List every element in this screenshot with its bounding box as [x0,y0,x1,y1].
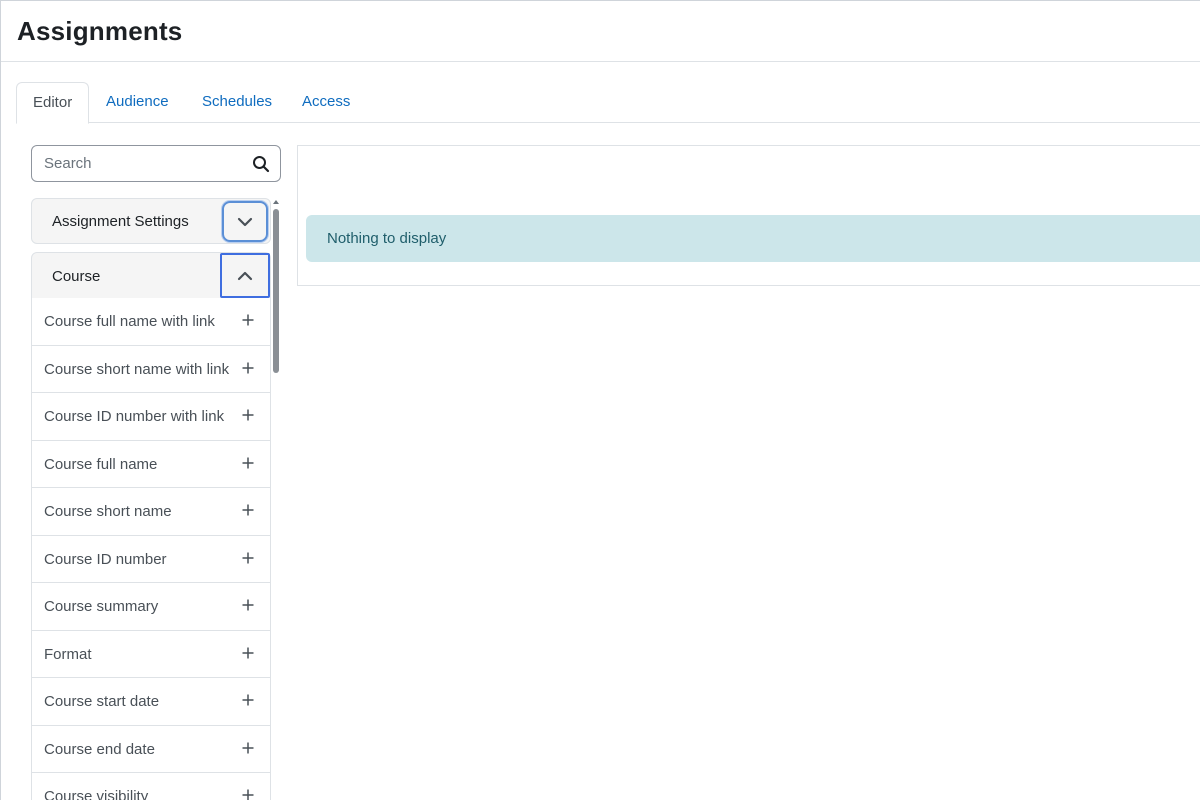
list-item[interactable]: Course ID number [32,535,270,583]
report-preview-panel: Nothing to display [297,145,1200,286]
group-title: Course [52,268,101,285]
plus-icon[interactable] [242,647,254,659]
scrollbar-thumb[interactable] [273,209,279,373]
empty-state-message: Nothing to display [327,230,447,247]
field-label: Course visibility [44,788,149,800]
sidebar-scrollbar[interactable] [272,198,280,800]
group-course[interactable]: Course [31,252,271,299]
scroll-up-arrow-icon[interactable] [273,200,279,204]
plus-icon[interactable] [242,552,254,564]
list-item[interactable]: Course start date [32,678,270,726]
plus-icon[interactable] [242,314,254,326]
page-header: Assignments [1,1,1200,62]
field-label: Course end date [44,740,155,758]
chevron-down-icon [237,217,253,226]
field-label: Course summary [44,598,159,615]
tab-bar: Editor Audience Schedules Access [16,82,1200,124]
field-label: Course ID number [44,550,167,568]
list-item[interactable]: Course short name with link [32,345,270,393]
chevron-up-icon [237,271,253,280]
field-label: Format [44,645,92,663]
plus-icon[interactable] [242,694,254,706]
plus-icon[interactable] [242,362,254,374]
search-input[interactable] [33,147,251,180]
field-label: Course full name [44,455,158,473]
plus-icon[interactable] [242,742,254,754]
tab-access[interactable]: Access [286,82,366,123]
group-title: Assignment Settings [52,213,189,230]
field-label: Course short name [44,503,172,520]
list-item[interactable]: Course full name [32,440,270,488]
plus-icon[interactable] [242,504,254,516]
app-frame: Assignments Editor Audience Schedules Ac… [0,0,1200,800]
expand-group-button[interactable] [222,201,268,242]
empty-state-alert: Nothing to display [306,215,1200,262]
field-label: Course full name with link [44,313,215,330]
page-title: Assignments [17,16,183,46]
plus-icon[interactable] [242,789,254,800]
list-item[interactable]: Course visibility [32,773,270,800]
collapse-group-button[interactable] [220,253,270,298]
list-item[interactable]: Format [32,630,270,678]
list-item[interactable]: Course short name [32,488,270,536]
search-box [31,145,281,182]
list-item[interactable]: Course ID number with link [32,393,270,441]
search-icon[interactable] [252,155,270,173]
field-list: Course full name with link Course short … [31,298,271,800]
list-item[interactable]: Course full name with link [32,298,270,346]
group-assignment-settings[interactable]: Assignment Settings [31,198,271,244]
tab-editor[interactable]: Editor [16,82,90,124]
plus-icon[interactable] [242,409,254,421]
list-item[interactable]: Course summary [32,583,270,631]
list-item[interactable]: Course end date [32,725,270,773]
field-label: Course start date [44,693,160,710]
tab-audience[interactable]: Audience [90,82,185,123]
field-label: Course ID number with link [44,408,225,425]
field-sidebar: Assignment Settings Course Course full n… [31,198,271,800]
plus-icon[interactable] [242,457,254,469]
field-label: Course short name with link [44,360,230,378]
plus-icon[interactable] [242,599,254,611]
tab-schedules[interactable]: Schedules [186,82,288,123]
